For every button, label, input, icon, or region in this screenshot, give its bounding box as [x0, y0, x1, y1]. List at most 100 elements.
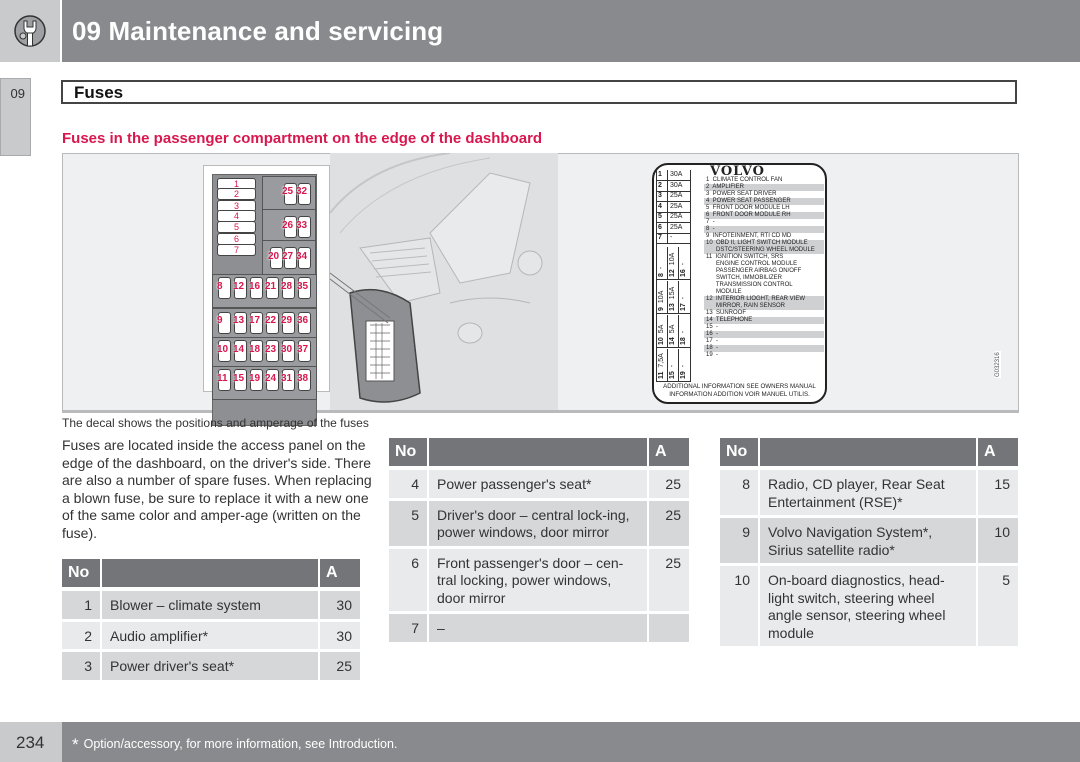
section-title: Fuses — [74, 83, 124, 102]
fuse-number: 1 — [62, 591, 100, 622]
fuse-row: 8 Radio, CD player, Rear Seat Entertainme… — [720, 470, 1018, 518]
fuse-row: 1 Blower – climate system 30 — [62, 591, 360, 622]
fuse-description: – — [429, 614, 647, 645]
decal-fuse-no: 8 — [658, 273, 665, 277]
decal-list-item: MIRROR, RAIN SENSOR — [704, 303, 824, 310]
decal-footer-line1: ADDITIONAL INFORMATION SEE OWNERS MANUAL — [663, 383, 816, 390]
fuse-slot-label: 26 — [282, 219, 294, 231]
decal-fuse-no: 15 — [669, 371, 676, 379]
fuse-slot-label: 14 — [233, 343, 245, 355]
fuse-row: 7– — [389, 614, 689, 645]
decal-grid-line — [656, 347, 690, 348]
fuse-row: 10 On-board diagnostics, head-light switc… — [720, 566, 1018, 649]
decal-list-item: DSTC/STEERING WHEEL MODULE — [704, 247, 824, 254]
decal-grid-line — [656, 243, 690, 244]
table-header-row: No A — [720, 438, 1018, 470]
decal-fuse-amp: 15A — [669, 286, 676, 300]
dashboard-illustration — [329, 152, 558, 410]
fuse-row: 5 Driver's door – central lock-ing, power… — [389, 500, 689, 549]
fuse-number: 3 — [62, 652, 100, 683]
decal-vertical-cell: 145A — [669, 325, 676, 345]
decal-list-item: 3 POWER SEAT DRIVER — [706, 191, 777, 197]
decal-grid-line — [667, 281, 668, 313]
fuse-box-diagram: 1 2 3 4 5 6 7 25 32 26 33 20 27 34 8 12 16 21 28 35 9 13 17 22 2… — [203, 165, 330, 426]
decal-fuse-amp: - — [680, 296, 687, 300]
decal-list-item: SWITCH, IMMOBILIZER — [706, 275, 783, 281]
fuse-amperage: 25 — [649, 470, 689, 501]
decal-grid-line — [678, 315, 679, 347]
decal-fuse-no: 9 — [658, 307, 665, 311]
decal-vertical-cell: 1315A — [669, 287, 676, 311]
fuse-box-body: 1 2 3 4 5 6 7 25 32 26 33 20 27 34 8 12 16 21 28 35 9 13 17 22 2… — [212, 174, 317, 426]
decal-list-item: 8 - — [704, 226, 824, 233]
decal-fuse-no: 13 — [669, 303, 676, 311]
decal-fuse-list: 1 CLIMATE CONTROL FAN 2 AMPLIFIER 3 POWER … — [704, 177, 824, 359]
fuse-number: 7 — [389, 614, 427, 645]
fuse-amperage: 25 — [320, 652, 360, 683]
decal-fuse-no: 16 — [680, 269, 687, 277]
decal-fuse-no: 2 — [658, 181, 662, 189]
fuse-slot-label: 32 — [296, 186, 308, 198]
fuse-slot-label: 24 — [265, 372, 277, 384]
fuse-amperage — [649, 614, 689, 645]
fuse-amperage: 30 — [320, 621, 360, 652]
decal-vertical-cell: 9 10A — [658, 291, 665, 311]
decal-fuse-no: 12 — [669, 269, 676, 277]
footnote-star: * — [72, 735, 79, 754]
fuse-slot-label: 10 — [217, 343, 229, 355]
col-header-no: No — [389, 438, 427, 470]
fuse-slot: 6 — [217, 232, 256, 245]
decal-fuse-no: 4 — [658, 202, 662, 210]
decal-fuse-amp: - — [670, 234, 673, 241]
page-number: 234 — [16, 733, 45, 752]
fuse-amperage: 10 — [978, 518, 1018, 566]
decal-grid-line — [667, 315, 668, 347]
fuse-description: Volvo Navigation System*, Sirius satelli… — [760, 518, 976, 566]
decal-grid-line — [656, 313, 690, 314]
fuse-description: Driver's door – central lock-ing, power … — [429, 500, 647, 549]
decal-grid-line — [690, 170, 691, 382]
decal-list-item: 13 SUNROOF — [706, 310, 747, 316]
col-header-amperage: A — [978, 438, 1018, 470]
fuse-slot-label: 17 — [249, 315, 261, 327]
decal-list-item: 5 FRONT DOOR MODULE LH — [706, 205, 790, 211]
decal-vertical-cell: 17 - — [680, 297, 687, 311]
decal-list-item: 12 INTERIOR LIOGHT, REAR VIEW — [704, 296, 824, 303]
fuse-decal: VOLVO 1 30A 2 30A 3 25A 4 25A 5 25A 6 25A 7-8- 1210A 1… — [652, 163, 827, 404]
decal-list-item: 19 - — [706, 352, 719, 358]
fuse-slot-label: 8 — [217, 280, 223, 292]
fuse-slot-label: 22 — [265, 315, 277, 327]
fuse-description: Power passenger's seat* — [429, 470, 647, 501]
decal-list-item: ENGINE CONTROL MODULE — [706, 261, 798, 267]
fuse-row: 3 Power driver's seat* 25 — [62, 652, 360, 683]
decal-grid-line — [656, 381, 690, 382]
decal-fuse-amp: 10A — [669, 252, 676, 266]
decal-list-item: 15 - — [706, 324, 719, 330]
decal-fuse-amp: 5A — [658, 324, 665, 334]
decal-list-item: TRANSMISSION CONTROL — [706, 282, 793, 288]
fuse-slot-label: 38 — [297, 372, 309, 384]
fuse-row: 9 Volvo Navigation System*, Sirius satell… — [720, 518, 1018, 566]
figure-caption: The decal shows the positions and ampera… — [62, 416, 369, 430]
decal-fuse-no: 14 — [669, 337, 676, 345]
fuse-amperage: 30 — [320, 591, 360, 622]
decal-vertical-cell: 105A — [658, 325, 665, 345]
decal-list-item: MODULE — [706, 289, 742, 295]
table-header-row: No A — [389, 438, 689, 470]
decal-grid-line — [656, 279, 690, 280]
fuse-slot-label: 9 — [217, 315, 223, 327]
fuse-slot-label: 34 — [296, 250, 308, 262]
decal-fuse-amp: 10A — [658, 290, 665, 304]
fuse-slot-label: 16 — [249, 280, 261, 292]
chapter-side-tab: 09 — [0, 78, 31, 156]
decal-fuse-amp: - — [680, 364, 687, 368]
decal-fuse-amp: - — [680, 330, 687, 334]
decal-fuse-no: 18 — [680, 337, 687, 345]
decal-fuse-no: 19 — [680, 371, 687, 379]
decal-list-item: 9 INFOTEINMENT, RTI CD MD — [706, 233, 792, 239]
footnote-text: Option/accessory, for more information, … — [83, 737, 398, 751]
decal-fuse-no: 10 — [658, 337, 665, 345]
decal-grid-line — [667, 247, 668, 279]
decal-fuse-amp: 30A — [670, 171, 683, 178]
decal-grid-line — [678, 349, 679, 381]
